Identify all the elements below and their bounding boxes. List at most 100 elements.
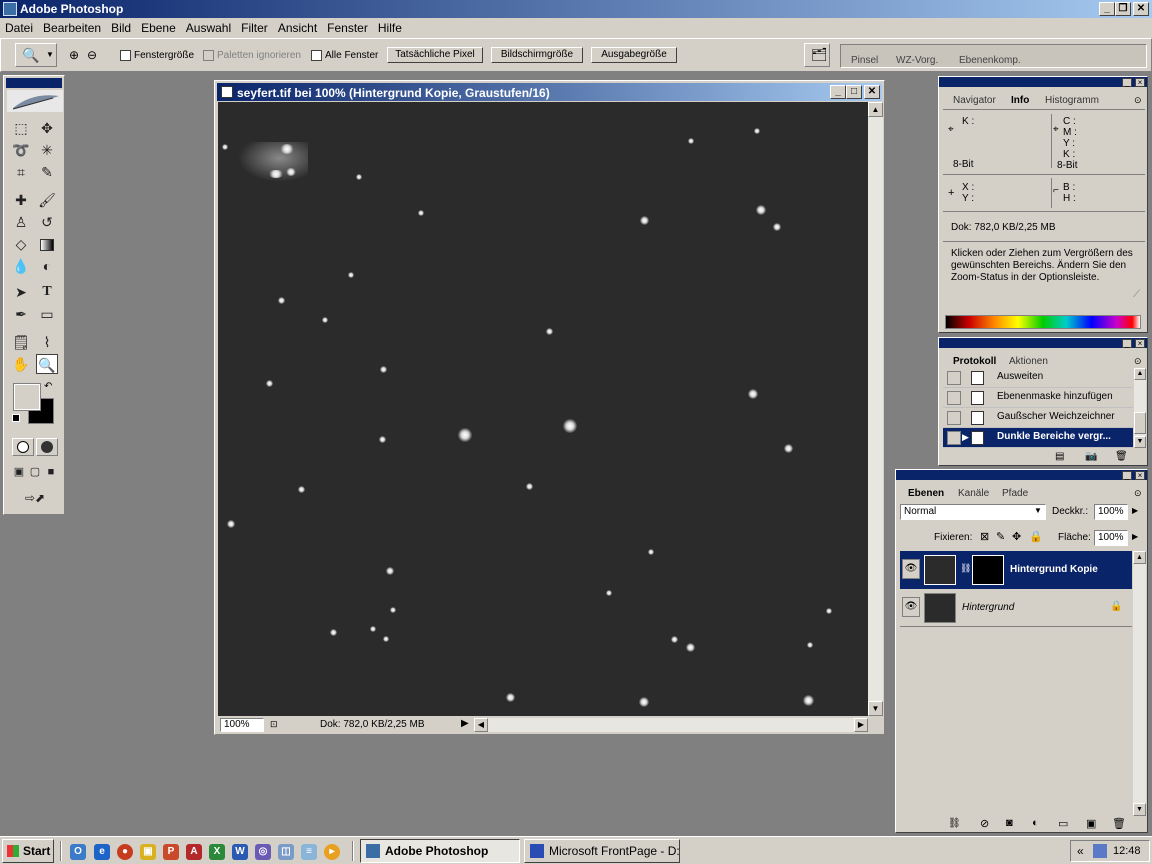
blur-tool-icon[interactable]: 💧 <box>10 256 32 276</box>
history-item-selected[interactable]: ▶ Dunkle Bereiche vergr... <box>943 428 1133 448</box>
hand-tool-icon[interactable]: ✋ <box>10 354 32 374</box>
zoom-tool-button[interactable]: 🔍 <box>36 354 58 374</box>
menu-ebene[interactable]: Ebene <box>136 18 181 38</box>
status-menu-arrow[interactable]: ▶ <box>461 718 469 729</box>
shape-tool-icon[interactable]: ▭ <box>36 304 58 324</box>
history-source-box[interactable] <box>947 411 961 425</box>
dodge-tool-icon[interactable]: ◐ <box>36 256 58 276</box>
new-document-from-state-icon[interactable]: ▤ <box>1055 451 1064 462</box>
tab-aktionen[interactable]: Aktionen <box>1009 355 1048 368</box>
new-snapshot-icon[interactable]: 📷 <box>1085 451 1097 462</box>
move-tool-icon[interactable]: ✥ <box>36 118 58 138</box>
scroll-up-arrow[interactable]: ▲ <box>868 102 883 117</box>
panel-menu-icon[interactable]: ⊙ <box>1134 95 1142 106</box>
color-ramp[interactable] <box>945 315 1141 329</box>
layers-panel-minimize[interactable]: _ <box>1122 471 1132 480</box>
clock[interactable]: 12:48 <box>1113 845 1141 857</box>
document-titlebar[interactable]: seyfert.tif bei 100% (Hintergrund Kopie,… <box>217 83 882 101</box>
scroll-right-arrow[interactable]: ▶ <box>854 718 868 732</box>
tab-histogramm[interactable]: Histogramm <box>1045 94 1099 107</box>
quicklaunch-desktop-icon[interactable]: ▣ <box>140 844 156 860</box>
layer-style-icon[interactable]: ⊘ <box>980 817 989 830</box>
vertical-scrollbar[interactable]: ▲ ▼ <box>868 102 883 716</box>
menu-ansicht[interactable]: Ansicht <box>273 18 322 38</box>
history-scroll-down[interactable]: ▼ <box>1134 436 1146 448</box>
info-panel-minimize[interactable]: _ <box>1122 78 1132 87</box>
marquee-tool-icon[interactable]: ⬚ <box>10 118 32 138</box>
history-panel-close[interactable]: × <box>1135 339 1145 348</box>
history-source-box[interactable] <box>947 371 961 385</box>
magic-wand-icon[interactable]: ✳ <box>36 140 58 160</box>
menu-fenster[interactable]: Fenster <box>322 18 373 38</box>
default-colors-icon[interactable] <box>12 414 20 422</box>
bildschirmgroesse-button[interactable]: Bildschirmgröße <box>491 47 583 63</box>
task-microsoft-frontpage[interactable]: Microsoft FrontPage - D:... <box>524 839 680 863</box>
well-tab-pinsel[interactable]: Pinsel <box>851 54 878 67</box>
path-selection-icon[interactable]: ➤ <box>10 282 32 302</box>
history-source-box[interactable] <box>947 431 961 445</box>
status-arrow-icon[interactable]: ⊡ <box>270 719 278 730</box>
quicklaunch-ie-icon[interactable]: e <box>94 844 110 860</box>
close-app-button[interactable]: ✕ <box>1133 2 1149 16</box>
task-adobe-photoshop[interactable]: Adobe Photoshop <box>360 839 520 863</box>
layers-panel-close[interactable]: × <box>1135 471 1145 480</box>
quicklaunch-access-icon[interactable]: A <box>186 844 202 860</box>
tray-chevron[interactable]: « <box>1077 844 1084 858</box>
network-tray-icon[interactable] <box>1093 844 1107 858</box>
tab-navigator[interactable]: Navigator <box>953 94 996 107</box>
delete-state-icon[interactable]: 🗑 <box>1115 451 1128 462</box>
healing-brush-icon[interactable]: ✚ <box>10 190 32 210</box>
lock-transparency-icon[interactable]: ⊠ <box>980 530 989 543</box>
minimize-document-button[interactable]: _ <box>830 85 846 99</box>
history-item[interactable]: Ausweiten <box>943 368 1133 388</box>
history-source-box[interactable] <box>947 391 961 405</box>
menu-datei[interactable]: Datei <box>0 18 38 38</box>
quicklaunch-excel-icon[interactable]: X <box>209 844 225 860</box>
notes-tool-icon[interactable]: 🗒 <box>10 332 32 352</box>
fenstergroesse-checkbox[interactable] <box>120 50 131 61</box>
history-scroll-thumb[interactable] <box>1134 412 1146 434</box>
alle-fenster-checkbox[interactable] <box>311 50 322 61</box>
layers-scroll-up[interactable]: ▲ <box>1133 551 1146 564</box>
eraser-tool-icon[interactable]: ◇ <box>10 234 32 254</box>
new-layer-icon[interactable]: ▣ <box>1086 817 1096 830</box>
jump-to-imageready-icon[interactable]: ⇨⬈ <box>10 488 60 508</box>
quicklaunch-media-icon[interactable]: ▸ <box>324 844 340 860</box>
standard-mode-button[interactable] <box>12 438 34 456</box>
quicklaunch-word-icon[interactable]: W <box>232 844 248 860</box>
opacity-field[interactable]: 100% <box>1094 504 1128 520</box>
zoom-out-icon[interactable]: ⊖ <box>87 48 97 62</box>
eyedropper-tool-icon[interactable]: ⌇ <box>36 332 58 352</box>
tab-ebenen[interactable]: Ebenen <box>908 487 944 500</box>
lasso-tool-icon[interactable]: ➰ <box>10 140 32 160</box>
stamp-tool-icon[interactable]: ♙ <box>10 212 32 232</box>
menu-filter[interactable]: Filter <box>236 18 273 38</box>
gradient-tool-icon[interactable] <box>36 234 58 254</box>
well-tab-ebenenkomp[interactable]: Ebenenkomp. <box>959 54 1021 67</box>
layer-mask-thumbnail[interactable] <box>972 555 1004 585</box>
layers-menu-icon[interactable]: ⊙ <box>1134 488 1142 499</box>
quicklaunch-app-icon[interactable]: ◎ <box>255 844 271 860</box>
adjustment-layer-icon[interactable]: ◐ <box>1032 817 1039 829</box>
history-panel-minimize[interactable]: _ <box>1122 339 1132 348</box>
eye-icon[interactable]: 👁 <box>902 597 920 617</box>
image-canvas[interactable] <box>218 102 868 716</box>
quicklaunch-browser-icon[interactable]: ● <box>117 844 133 860</box>
lock-position-icon[interactable]: ✥ <box>1012 530 1021 543</box>
tab-info[interactable]: Info <box>1011 94 1029 107</box>
swap-colors-icon[interactable]: ↶ <box>44 381 52 392</box>
chain-link-icon[interactable]: ⛓ <box>960 563 971 574</box>
eye-icon[interactable]: 👁 <box>902 559 920 579</box>
type-tool-icon[interactable]: T <box>36 282 58 302</box>
crop-tool-icon[interactable]: ⌗ <box>10 162 32 182</box>
add-mask-icon[interactable]: ◙ <box>1006 817 1013 829</box>
menu-bild[interactable]: Bild <box>106 18 136 38</box>
minimize-app-button[interactable]: _ <box>1099 2 1115 16</box>
quickmask-mode-button[interactable] <box>36 438 58 456</box>
close-document-button[interactable]: ✕ <box>864 85 880 99</box>
zoom-field[interactable]: 100% <box>220 718 264 732</box>
history-scrollbar[interactable]: ▲ ▼ <box>1134 368 1146 448</box>
quicklaunch-notepad-icon[interactable]: ≡ <box>301 844 317 860</box>
layer-row[interactable]: 👁 Hintergrund 🔒 <box>900 589 1132 627</box>
fill-field[interactable]: 100% <box>1094 530 1128 546</box>
